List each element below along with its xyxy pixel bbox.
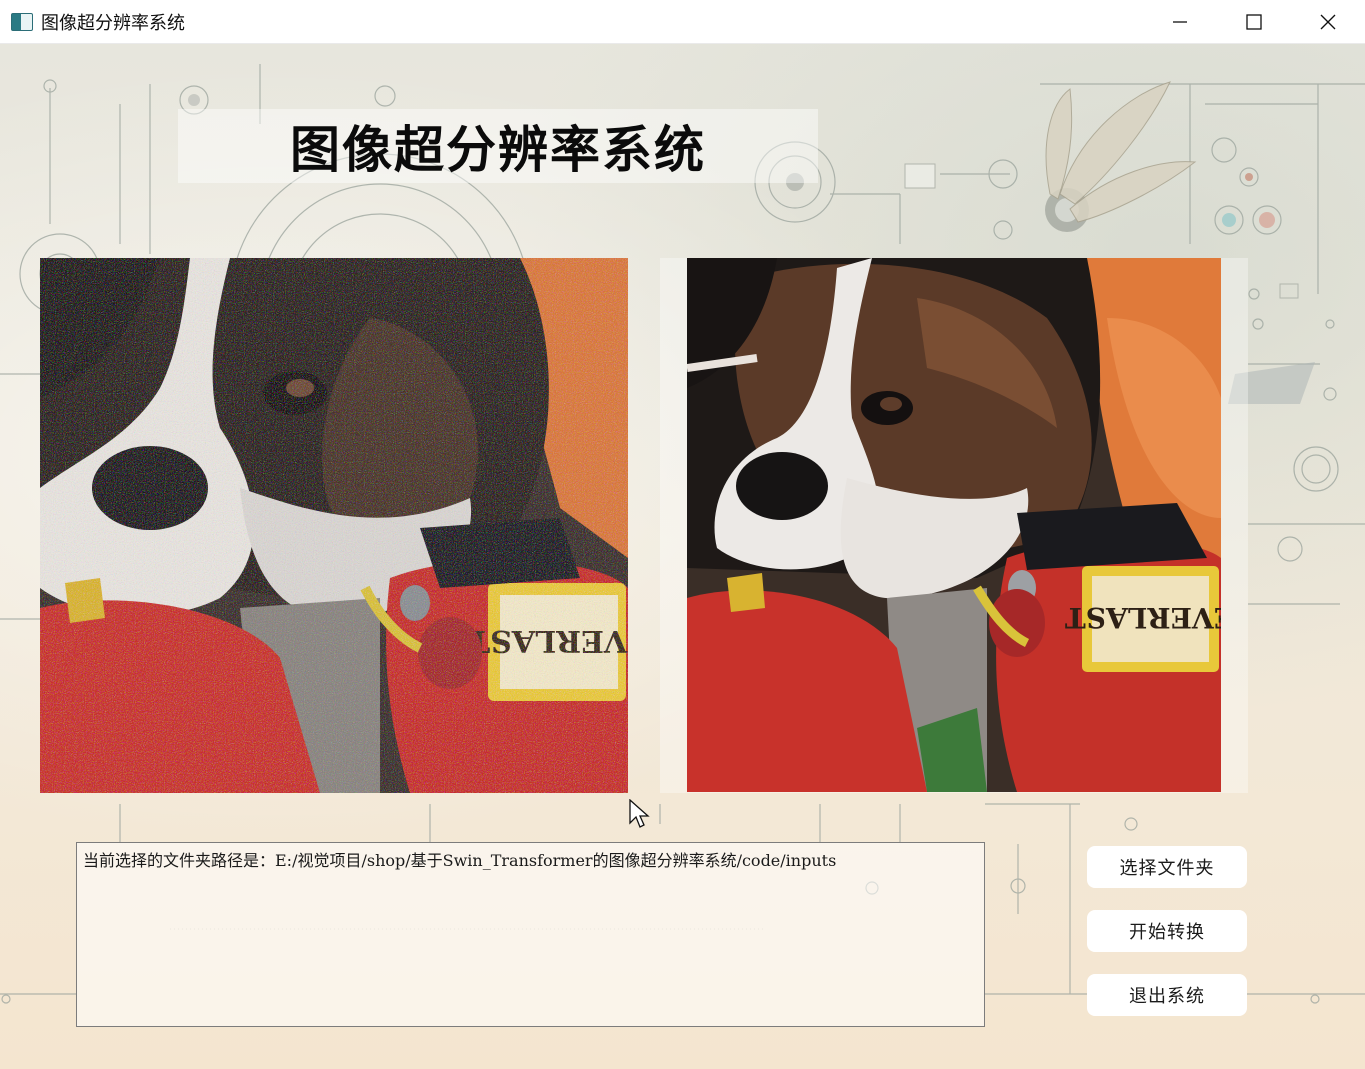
close-icon (1320, 14, 1336, 30)
maximize-icon (1246, 14, 1262, 30)
output-image-panel: EVERLAST (687, 258, 1221, 792)
window-title: 图像超分辨率系统 (41, 12, 185, 34)
output-image: EVERLAST (687, 258, 1221, 792)
main-area: 图像超分辨率系统 VERLAST EVERLAST 当前选择的文件夹路径是：E:… (0, 44, 1365, 1069)
input-image: EVERLAST (40, 258, 628, 793)
folder-path-textbox[interactable]: 当前选择的文件夹路径是：E:/视觉项目/shop/基于Swin_Transfor… (76, 842, 985, 1027)
glove-badge-left: EVERLAST (467, 623, 628, 658)
glove-badge-right: EVERLAST (1065, 601, 1221, 634)
app-window: 图像超分辨率系统 图像超分辨率系统 VERLAST EVERLAST 当前选择的… (0, 0, 1365, 1069)
maximize-button[interactable] (1217, 0, 1291, 44)
app-window-icon (11, 12, 33, 31)
select-folder-button[interactable]: 选择文件夹 (1087, 846, 1247, 888)
mouse-cursor-icon (629, 799, 650, 828)
exit-system-button[interactable]: 退出系统 (1087, 974, 1247, 1016)
minimize-button[interactable] (1143, 0, 1217, 44)
input-image-panel: EVERLAST (40, 258, 628, 793)
page-title: 图像超分辨率系统 (290, 121, 706, 179)
title-banner: 图像超分辨率系统 (178, 109, 818, 183)
minimize-icon (1173, 21, 1187, 23)
title-bar[interactable]: 图像超分辨率系统 (0, 0, 1365, 44)
start-convert-button[interactable]: 开始转换 (1087, 910, 1247, 952)
close-button[interactable] (1291, 0, 1365, 44)
window-controls (1143, 0, 1365, 44)
folder-path-text: 当前选择的文件夹路径是：E:/视觉项目/shop/基于Swin_Transfor… (83, 851, 837, 870)
